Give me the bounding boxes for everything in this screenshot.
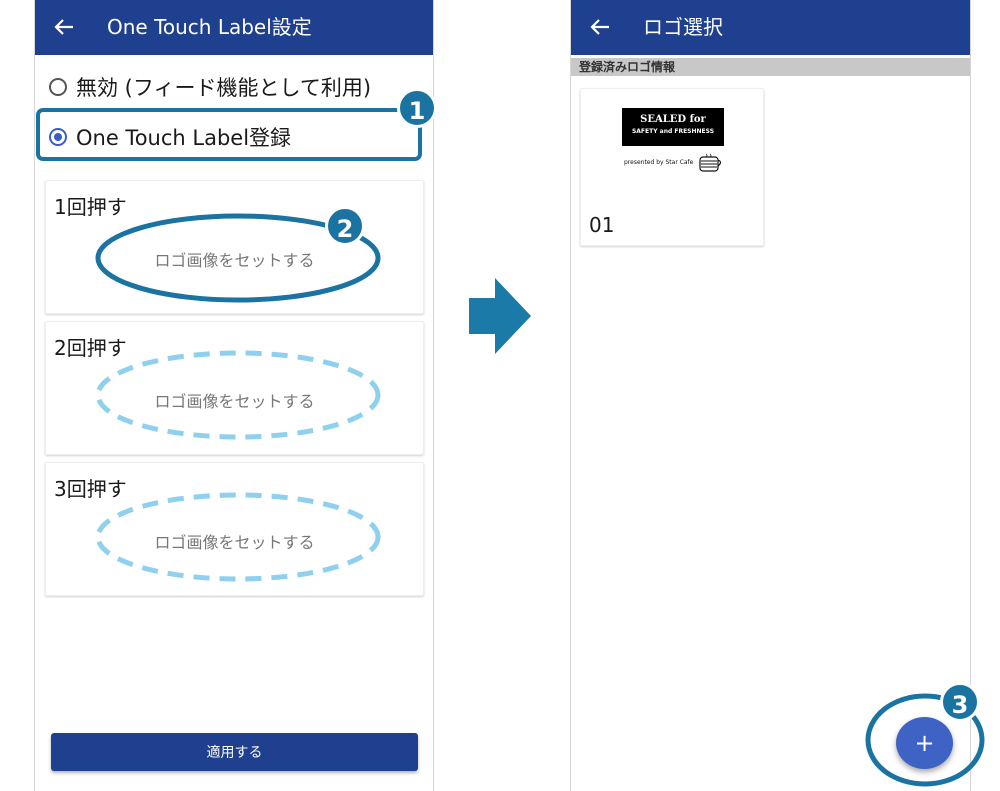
arrow-left-icon[interactable] bbox=[589, 14, 611, 40]
add-logo-button[interactable]: + bbox=[896, 717, 953, 769]
set-logo-button[interactable]: ロゴ画像をセットする bbox=[46, 529, 423, 553]
radio-button[interactable] bbox=[49, 78, 67, 96]
one-touch-label-settings-screen: One Touch Label設定 無効 (フィード機能として利用) One T… bbox=[34, 0, 434, 791]
logo-presented-text: presented by Star Cafe bbox=[624, 159, 694, 166]
logo-select-screen: ロゴ選択 登録済みロゴ情報 SEALED for SAFETY and FRES… bbox=[570, 0, 971, 791]
callout-badge-3: 3 bbox=[940, 682, 980, 722]
radio-option-disabled[interactable]: 無効 (フィード機能として利用) bbox=[49, 72, 371, 102]
callout-badge-1: 1 bbox=[397, 88, 437, 128]
callout-badge-2: 2 bbox=[325, 206, 365, 246]
page-title: One Touch Label設定 bbox=[107, 15, 312, 39]
section-header: 登録済みロゴ情報 bbox=[571, 58, 970, 76]
page-title: ロゴ選択 bbox=[643, 15, 723, 39]
press-once-card: 1回押す ロゴ画像をセットする bbox=[45, 180, 424, 314]
set-logo-button[interactable]: ロゴ画像をセットする bbox=[46, 388, 423, 412]
card-title: 1回押す bbox=[54, 195, 127, 219]
radio-option-one-touch-label[interactable]: One Touch Label登録 bbox=[49, 122, 291, 152]
set-logo-button[interactable]: ロゴ画像をセットする bbox=[46, 247, 423, 271]
arrow-right-icon bbox=[469, 278, 531, 354]
press-twice-card: 2回押す ロゴ画像をセットする bbox=[45, 321, 424, 455]
logo-name: 01 bbox=[589, 213, 615, 237]
radio-label: 無効 (フィード機能として利用) bbox=[76, 76, 372, 100]
cafe-mark-icon bbox=[699, 153, 722, 172]
card-title: 3回押す bbox=[54, 477, 127, 501]
logo-image: SEALED for SAFETY and FRESHNESS bbox=[622, 108, 724, 146]
arrow-left-icon[interactable] bbox=[53, 14, 75, 40]
logo-line2: SAFETY and FRESHNESS bbox=[631, 128, 715, 135]
radio-label: One Touch Label登録 bbox=[76, 126, 292, 150]
logo-card[interactable]: SEALED for SAFETY and FRESHNESS presente… bbox=[580, 88, 764, 246]
radio-button-selected[interactable] bbox=[49, 128, 67, 146]
app-bar: ロゴ選択 bbox=[571, 0, 970, 55]
logo-line1: SEALED for bbox=[640, 114, 706, 125]
apply-button[interactable]: 適用する bbox=[51, 733, 418, 771]
app-bar: One Touch Label設定 bbox=[35, 0, 433, 55]
card-title: 2回押す bbox=[54, 336, 127, 360]
press-three-times-card: 3回押す ロゴ画像をセットする bbox=[45, 462, 424, 596]
